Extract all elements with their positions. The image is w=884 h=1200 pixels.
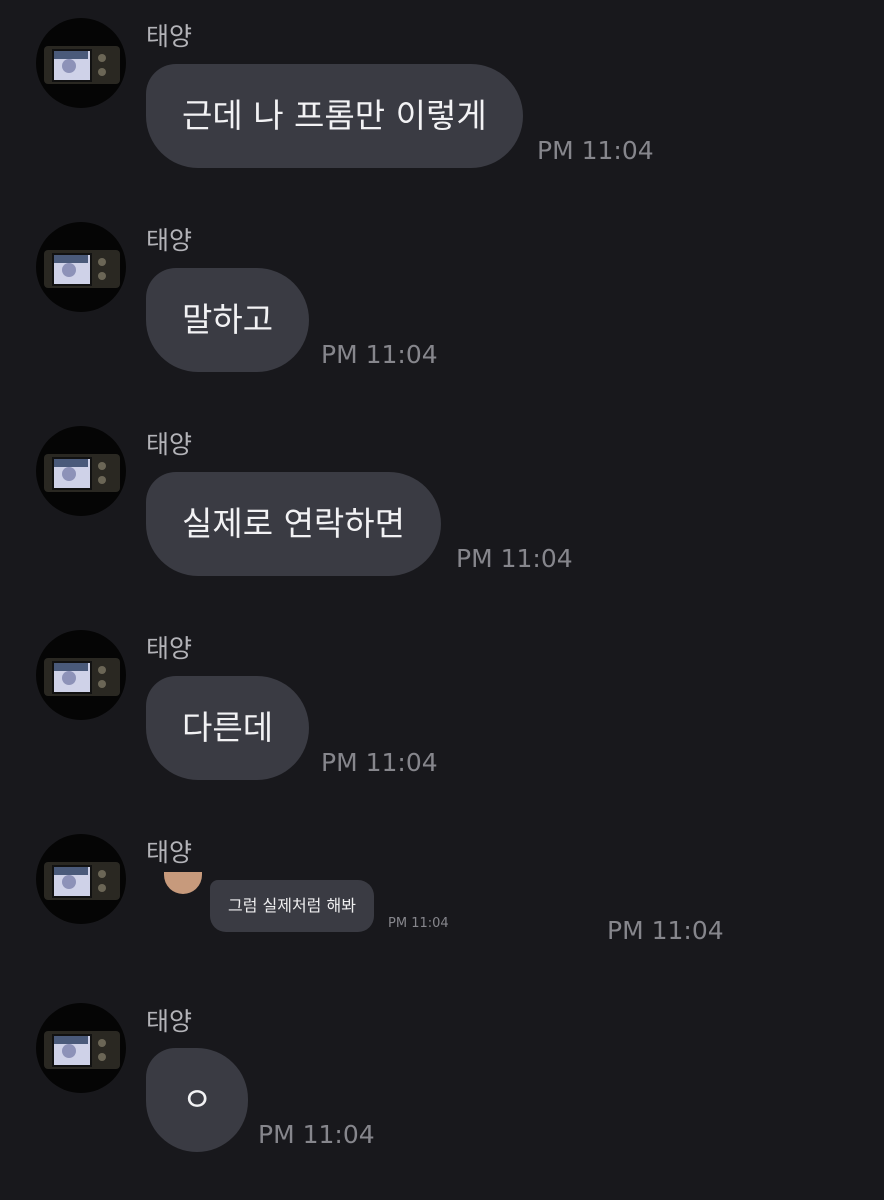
sender-name: 태양 (146, 22, 193, 51)
chat-message-list[interactable]: 태양 근데 나 프롬만 이렇게 PM 11:04 태양 말하고 PM 11:04… (0, 0, 884, 1200)
message-time: PM 11:04 (537, 136, 654, 165)
sender-avatar[interactable] (36, 630, 126, 720)
message-bubble[interactable]: 근데 나 프롬만 이렇게 (146, 64, 523, 168)
message-bubble[interactable]: ㅇ (146, 1048, 249, 1152)
message-bubble[interactable]: 말하고 (146, 268, 310, 372)
message-time: PM 11:04 (607, 916, 724, 945)
sender-avatar[interactable] (36, 222, 126, 312)
message-time: PM 11:04 (258, 1120, 375, 1149)
message-time: PM 11:04 (321, 340, 438, 369)
sender-name: 태양 (146, 226, 193, 255)
sender-avatar[interactable] (36, 426, 126, 516)
sender-name: 태양 (146, 1007, 193, 1036)
message-bubble[interactable]: 실제로 연락하면 (146, 472, 442, 576)
sender-avatar[interactable] (36, 834, 126, 924)
sender-name: 태양 (146, 634, 193, 663)
nested-avatar (164, 872, 202, 894)
nested-message-bubble: 그럼 실제처럼 해봐 (210, 880, 374, 932)
sender-avatar[interactable] (36, 1003, 126, 1093)
message-time: PM 11:04 (456, 544, 573, 573)
message-bubble[interactable]: 다른데 (146, 676, 310, 780)
sender-name: 태양 (146, 430, 193, 459)
message-time: PM 11:04 (321, 748, 438, 777)
sender-avatar[interactable] (36, 18, 126, 108)
sender-name: 태양 (146, 838, 193, 867)
nested-message-time: PM 11:04 (388, 916, 449, 931)
